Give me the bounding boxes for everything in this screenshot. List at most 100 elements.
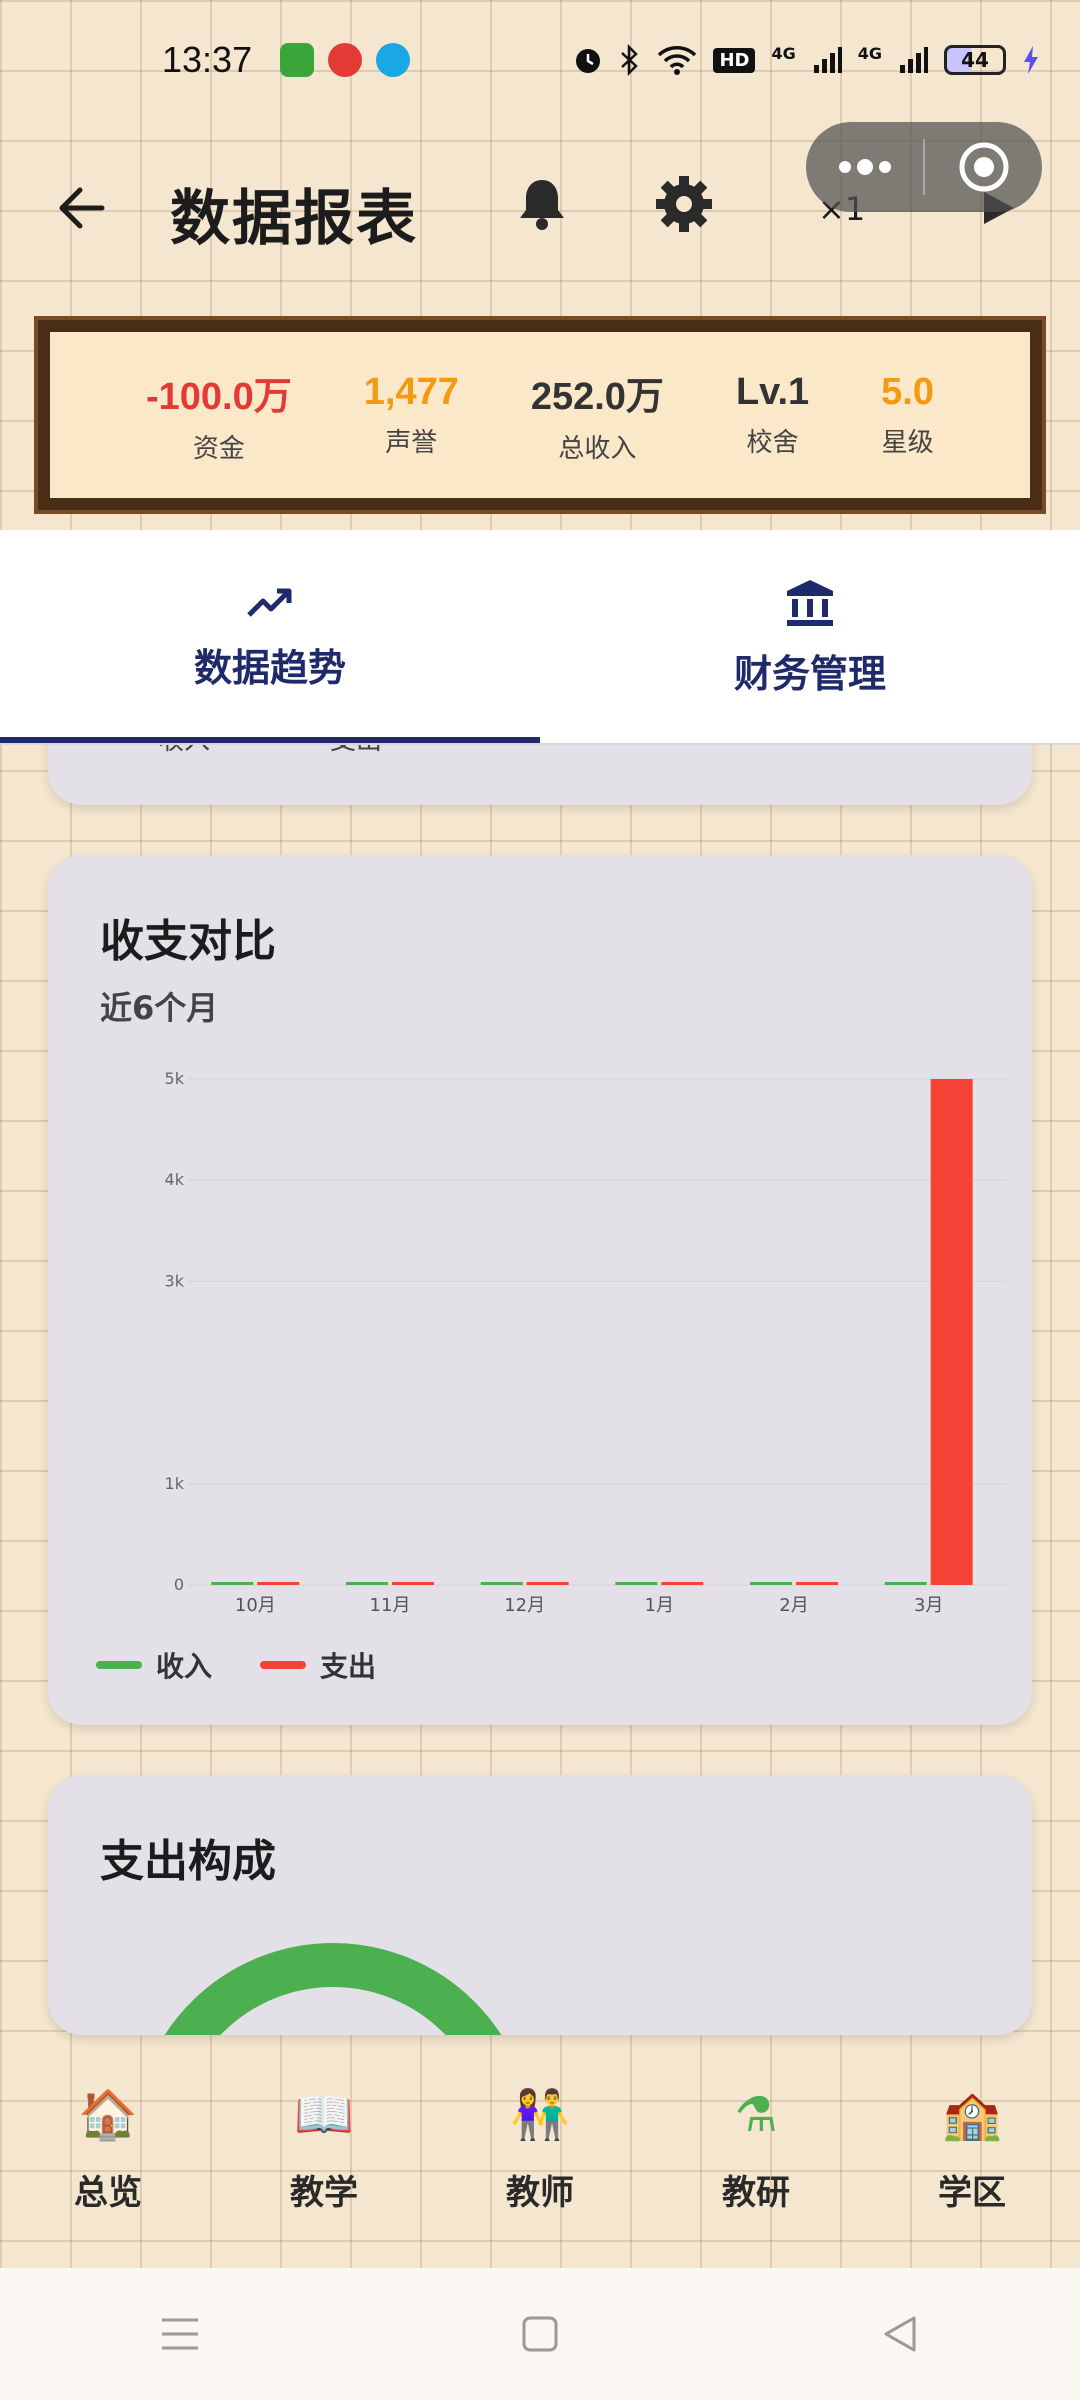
stat-value: -100.0万 — [146, 376, 292, 418]
stat-label: 声誉 — [385, 428, 438, 458]
notification-icons — [280, 43, 411, 77]
stat-label: 总收入 — [558, 434, 637, 464]
triangle-back-icon — [884, 2316, 916, 2352]
stat-value: 1,477 — [363, 371, 459, 413]
nav-teachers[interactable]: 👫 教师 — [460, 2083, 620, 2214]
tab-finance[interactable]: 财务管理 — [540, 530, 1080, 745]
page-title: 数据报表 — [170, 184, 418, 254]
x-tick-label: 2月 — [779, 1595, 808, 1616]
stat-funds: -100.0万 资金 — [146, 365, 292, 465]
notification-button[interactable] — [510, 172, 574, 236]
battery-icon: 44 — [944, 45, 1006, 75]
expense-composition-card: 支出构成 — [48, 1775, 1032, 2035]
y-tick-label: 1k — [165, 1474, 185, 1493]
flask-icon: ⚗ — [734, 2086, 778, 2143]
bar-expense — [930, 1079, 973, 1585]
stat-rating: 5.0 星级 — [881, 371, 934, 459]
nav-district[interactable]: 🏫 学区 — [892, 2083, 1052, 2214]
nav-overview[interactable]: 🏠 总览 — [28, 2083, 188, 2214]
legend-item-income[interactable]: 收入 — [96, 1645, 212, 1685]
legend-label: 收入 — [156, 1650, 213, 1683]
x-tick-label: 1月 — [645, 1595, 674, 1616]
system-navigation-bar — [0, 2268, 1080, 2400]
x-tick-label: 10月 — [235, 1595, 276, 1616]
nav-label: 学区 — [938, 2172, 1006, 2213]
more-button[interactable] — [806, 122, 923, 212]
back-system-button[interactable] — [870, 2304, 930, 2364]
bar-income — [750, 1582, 792, 1585]
stat-value: 252.0万 — [530, 376, 664, 418]
home-button[interactable] — [510, 2304, 570, 2364]
nav-teaching[interactable]: 📖 教学 — [244, 2083, 404, 2214]
close-miniprogram-button[interactable] — [925, 122, 1042, 212]
school-icon: 🏫 — [942, 2086, 1002, 2143]
wifi-icon — [658, 46, 697, 75]
status-indicators: HD 4G 4G 44 — [573, 44, 1040, 76]
bar-expense — [257, 1582, 300, 1585]
bar-income — [884, 1582, 927, 1585]
bluetooth-icon — [621, 44, 639, 76]
bank-icon — [787, 580, 833, 626]
stats-board: -100.0万 资金 1,477 声誉 252.0万 总收入 Lv.1 校舍 5… — [34, 316, 1046, 514]
signal-icon-2 — [900, 47, 928, 73]
nav-research[interactable]: ⚗ 教研 — [676, 2083, 836, 2214]
bottom-navigation: 🏠 总览 📖 教学 👫 教师 ⚗ 教研 🏫 学区 — [0, 2028, 1080, 2268]
bar-expense — [392, 1582, 434, 1585]
bar-income — [480, 1582, 523, 1585]
legend-swatch — [96, 1661, 142, 1669]
legend-label: 支出 — [320, 1650, 377, 1683]
status-bar: 13:37 HD 4G 4G 44 — [0, 0, 1080, 120]
arrow-left-icon — [59, 187, 105, 229]
tab-label: 数据趋势 — [193, 646, 346, 690]
x-tick-label: 12月 — [504, 1595, 545, 1616]
income-expense-chart-card: 收支对比 近6个月 0 1k 3k 4k 5k 10月 11月 12月 1月 2月 3月 收入 支出 — [48, 855, 1032, 1725]
music-notification-icon — [328, 43, 363, 77]
status-time: 13:37 — [162, 39, 253, 80]
hd-badge: HD — [713, 47, 756, 73]
x-tick-label: 11月 — [370, 1595, 411, 1616]
bar-income — [346, 1582, 388, 1585]
square-icon — [522, 2316, 558, 2352]
stat-value: 5.0 — [881, 371, 934, 413]
bar-chart: 0 1k 3k 4k 5k 10月 11月 12月 1月 2月 3月 — [165, 1069, 1006, 1616]
network-label: 4G — [771, 44, 796, 63]
book-icon: 📖 — [294, 2086, 354, 2143]
alarm-icon — [576, 49, 601, 73]
more-dots-icon — [838, 159, 891, 175]
stat-building: Lv.1 校舍 — [736, 371, 809, 459]
stat-value: Lv.1 — [735, 371, 810, 413]
menu-button[interactable] — [150, 2304, 210, 2364]
signal-icon — [813, 47, 842, 73]
y-tick-label: 3k — [165, 1271, 185, 1290]
tab-bar: 数据趋势 财务管理 — [0, 530, 1080, 745]
house-icon: 🏠 — [78, 2086, 138, 2143]
bar-expense — [526, 1582, 569, 1585]
bar-expense — [796, 1582, 838, 1585]
battery-level: 44 — [961, 48, 989, 72]
stat-total-income: 252.0万 总收入 — [531, 365, 664, 465]
bar-expense — [661, 1582, 704, 1585]
bar-income — [211, 1582, 254, 1585]
tab-divider — [0, 743, 1080, 745]
back-button[interactable] — [52, 178, 112, 238]
nav-label: 总览 — [74, 2172, 142, 2213]
settings-button[interactable] — [652, 172, 716, 236]
qq-notification-icon — [376, 43, 411, 77]
bell-icon — [520, 180, 564, 230]
stat-reputation: 1,477 声誉 — [364, 371, 459, 459]
legend-item-expense[interactable]: 支出 — [260, 1645, 376, 1685]
stat-label: 资金 — [192, 434, 245, 464]
nav-label: 教学 — [290, 2172, 358, 2213]
charging-icon — [1024, 46, 1038, 74]
donut-chart — [133, 1943, 533, 2035]
target-icon — [959, 142, 1008, 192]
legend-swatch — [260, 1661, 307, 1669]
tab-data-trend[interactable]: 数据趋势 — [0, 530, 540, 745]
nav-label: 教研 — [722, 2172, 790, 2213]
network-label-2: 4G — [857, 44, 882, 63]
menu-icon — [162, 2318, 198, 2350]
stat-label: 星级 — [881, 428, 934, 458]
gear-icon — [656, 176, 712, 232]
app-notification-icon — [280, 43, 315, 77]
miniprogram-capsule — [806, 122, 1042, 212]
